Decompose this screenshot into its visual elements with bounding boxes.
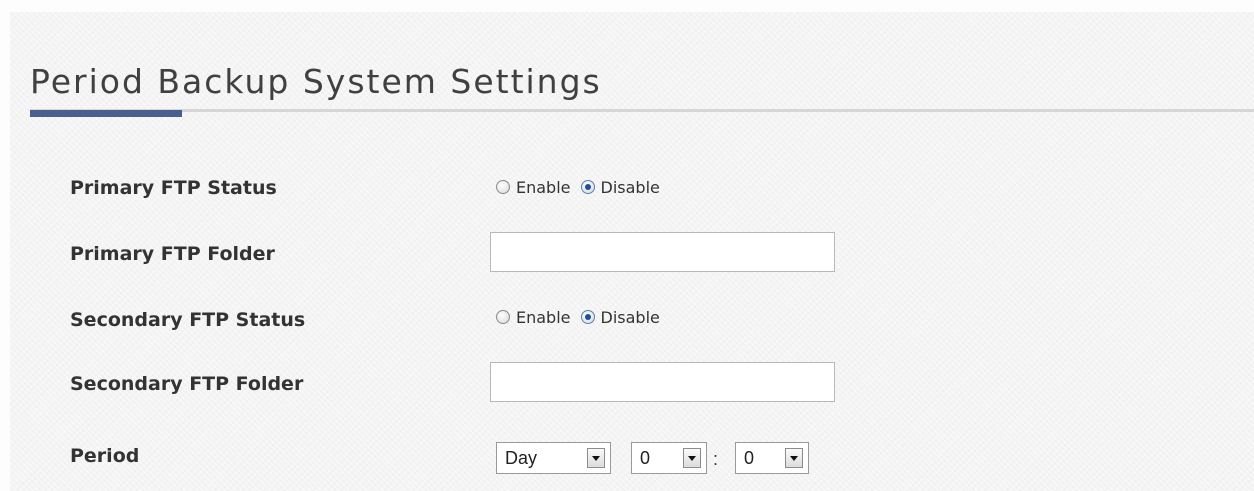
primary-ftp-enable-option[interactable]: Enable [496, 178, 571, 197]
time-separator: : [713, 449, 719, 469]
secondary-ftp-folder-input[interactable] [490, 362, 835, 402]
secondary-ftp-enable-radio[interactable] [496, 310, 510, 324]
secondary-ftp-disable-label: Disable [600, 307, 660, 327]
secondary-ftp-status-label: Secondary FTP Status [70, 309, 306, 331]
page-title: Period Backup System Settings [30, 62, 602, 102]
primary-ftp-status-radio-group: Enable Disable [496, 175, 670, 199]
secondary-ftp-status-radio-group: Enable Disable [496, 305, 670, 329]
period-minute-value: 0 [744, 447, 755, 468]
period-label: Period [70, 445, 140, 467]
title-divider [30, 109, 1254, 112]
primary-ftp-folder-input[interactable] [490, 232, 835, 272]
primary-ftp-status-label: Primary FTP Status [70, 177, 277, 199]
primary-ftp-disable-option[interactable]: Disable [580, 177, 660, 197]
chevron-down-icon[interactable] [683, 448, 701, 468]
primary-ftp-folder-label: Primary FTP Folder [70, 243, 275, 265]
title-accent-bar [30, 110, 182, 117]
chevron-down-icon[interactable] [587, 448, 605, 468]
primary-ftp-enable-radio[interactable] [496, 180, 510, 194]
period-frequency-select[interactable]: Day [496, 442, 611, 474]
period-hour-value: 0 [640, 447, 651, 468]
secondary-ftp-folder-label: Secondary FTP Folder [70, 373, 304, 395]
primary-ftp-disable-radio[interactable] [580, 180, 595, 194]
period-hour-select[interactable]: 0 [631, 442, 707, 474]
secondary-ftp-enable-option[interactable]: Enable [496, 308, 571, 327]
period-frequency-value: Day [505, 447, 538, 468]
chevron-down-icon[interactable] [785, 448, 803, 468]
primary-ftp-disable-label: Disable [600, 177, 660, 197]
period-minute-select[interactable]: 0 [735, 442, 809, 474]
primary-ftp-enable-label: Enable [516, 177, 571, 197]
secondary-ftp-disable-option[interactable]: Disable [580, 307, 660, 327]
secondary-ftp-disable-radio[interactable] [580, 310, 595, 324]
secondary-ftp-enable-label: Enable [516, 307, 571, 327]
